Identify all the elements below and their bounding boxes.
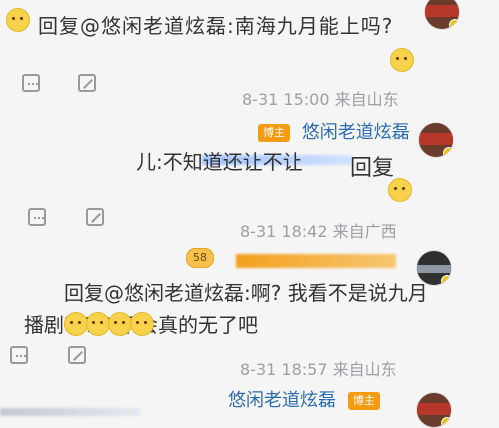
comment-line: 回复@悠闲老道炫磊:啊? 我看不是说九月 bbox=[64, 281, 428, 305]
emoji-icon bbox=[6, 8, 30, 32]
emoji-icon bbox=[64, 312, 88, 336]
blurred-text bbox=[0, 408, 140, 416]
comment-header: 悠闲老道炫磊 博主 bbox=[228, 386, 380, 412]
comment-snippet-top: 回复@悠闲老道炫磊:南海九月能上吗? bbox=[0, 0, 499, 72]
comment-icon[interactable] bbox=[28, 208, 46, 226]
author-name[interactable]: 悠闲老道炫磊 bbox=[302, 122, 410, 143]
meta-text: 8-31 18:57 来自山东 bbox=[240, 360, 397, 379]
meta-text: 8-31 15:00 来自山东 bbox=[242, 90, 399, 109]
share-icon[interactable] bbox=[68, 346, 86, 364]
emoji-icon bbox=[390, 48, 414, 72]
meta-row: 8-31 15:00 来自山东 bbox=[242, 86, 399, 110]
meta-text: 8-31 18:42 来自广西 bbox=[240, 222, 397, 241]
reply-label: 回复 bbox=[350, 150, 394, 182]
meta-row: 8-31 18:57 来自山东 bbox=[240, 356, 397, 380]
share-icon[interactable] bbox=[78, 74, 96, 92]
level-tag: 58 bbox=[186, 248, 214, 268]
comment-body: 儿:不知道还让不让 bbox=[110, 146, 352, 175]
emoji-icon bbox=[388, 178, 412, 202]
level-tag-text: 58 bbox=[193, 251, 207, 264]
comment-header: 博主 悠闲老道炫磊 bbox=[258, 118, 410, 144]
comment-icon[interactable] bbox=[10, 346, 28, 364]
author-name[interactable]: 悠闲老道炫磊 bbox=[228, 390, 336, 411]
status-badge: 博主 bbox=[258, 124, 290, 142]
emoji-icon bbox=[108, 312, 132, 336]
comment-text-value: 回复@悠闲老道炫磊:南海九月能上吗? bbox=[38, 14, 394, 38]
meta-row: 8-31 18:42 来自广西 bbox=[240, 218, 397, 242]
status-badge: 博主 bbox=[347, 392, 380, 410]
comment-text: 回复@悠闲老道炫磊:南海九月能上吗? bbox=[38, 10, 393, 39]
avatar bbox=[418, 122, 454, 158]
avatar bbox=[416, 392, 452, 428]
emoji-icon bbox=[130, 312, 154, 336]
reply-label-text: 回复 bbox=[350, 156, 395, 181]
comment-icon[interactable] bbox=[22, 74, 40, 92]
blurred-username bbox=[236, 254, 396, 268]
emoji-icon bbox=[86, 312, 110, 336]
comment-tail: 儿:不知道还让不让 bbox=[136, 150, 303, 174]
avatar bbox=[424, 0, 460, 30]
share-icon[interactable] bbox=[86, 208, 104, 226]
